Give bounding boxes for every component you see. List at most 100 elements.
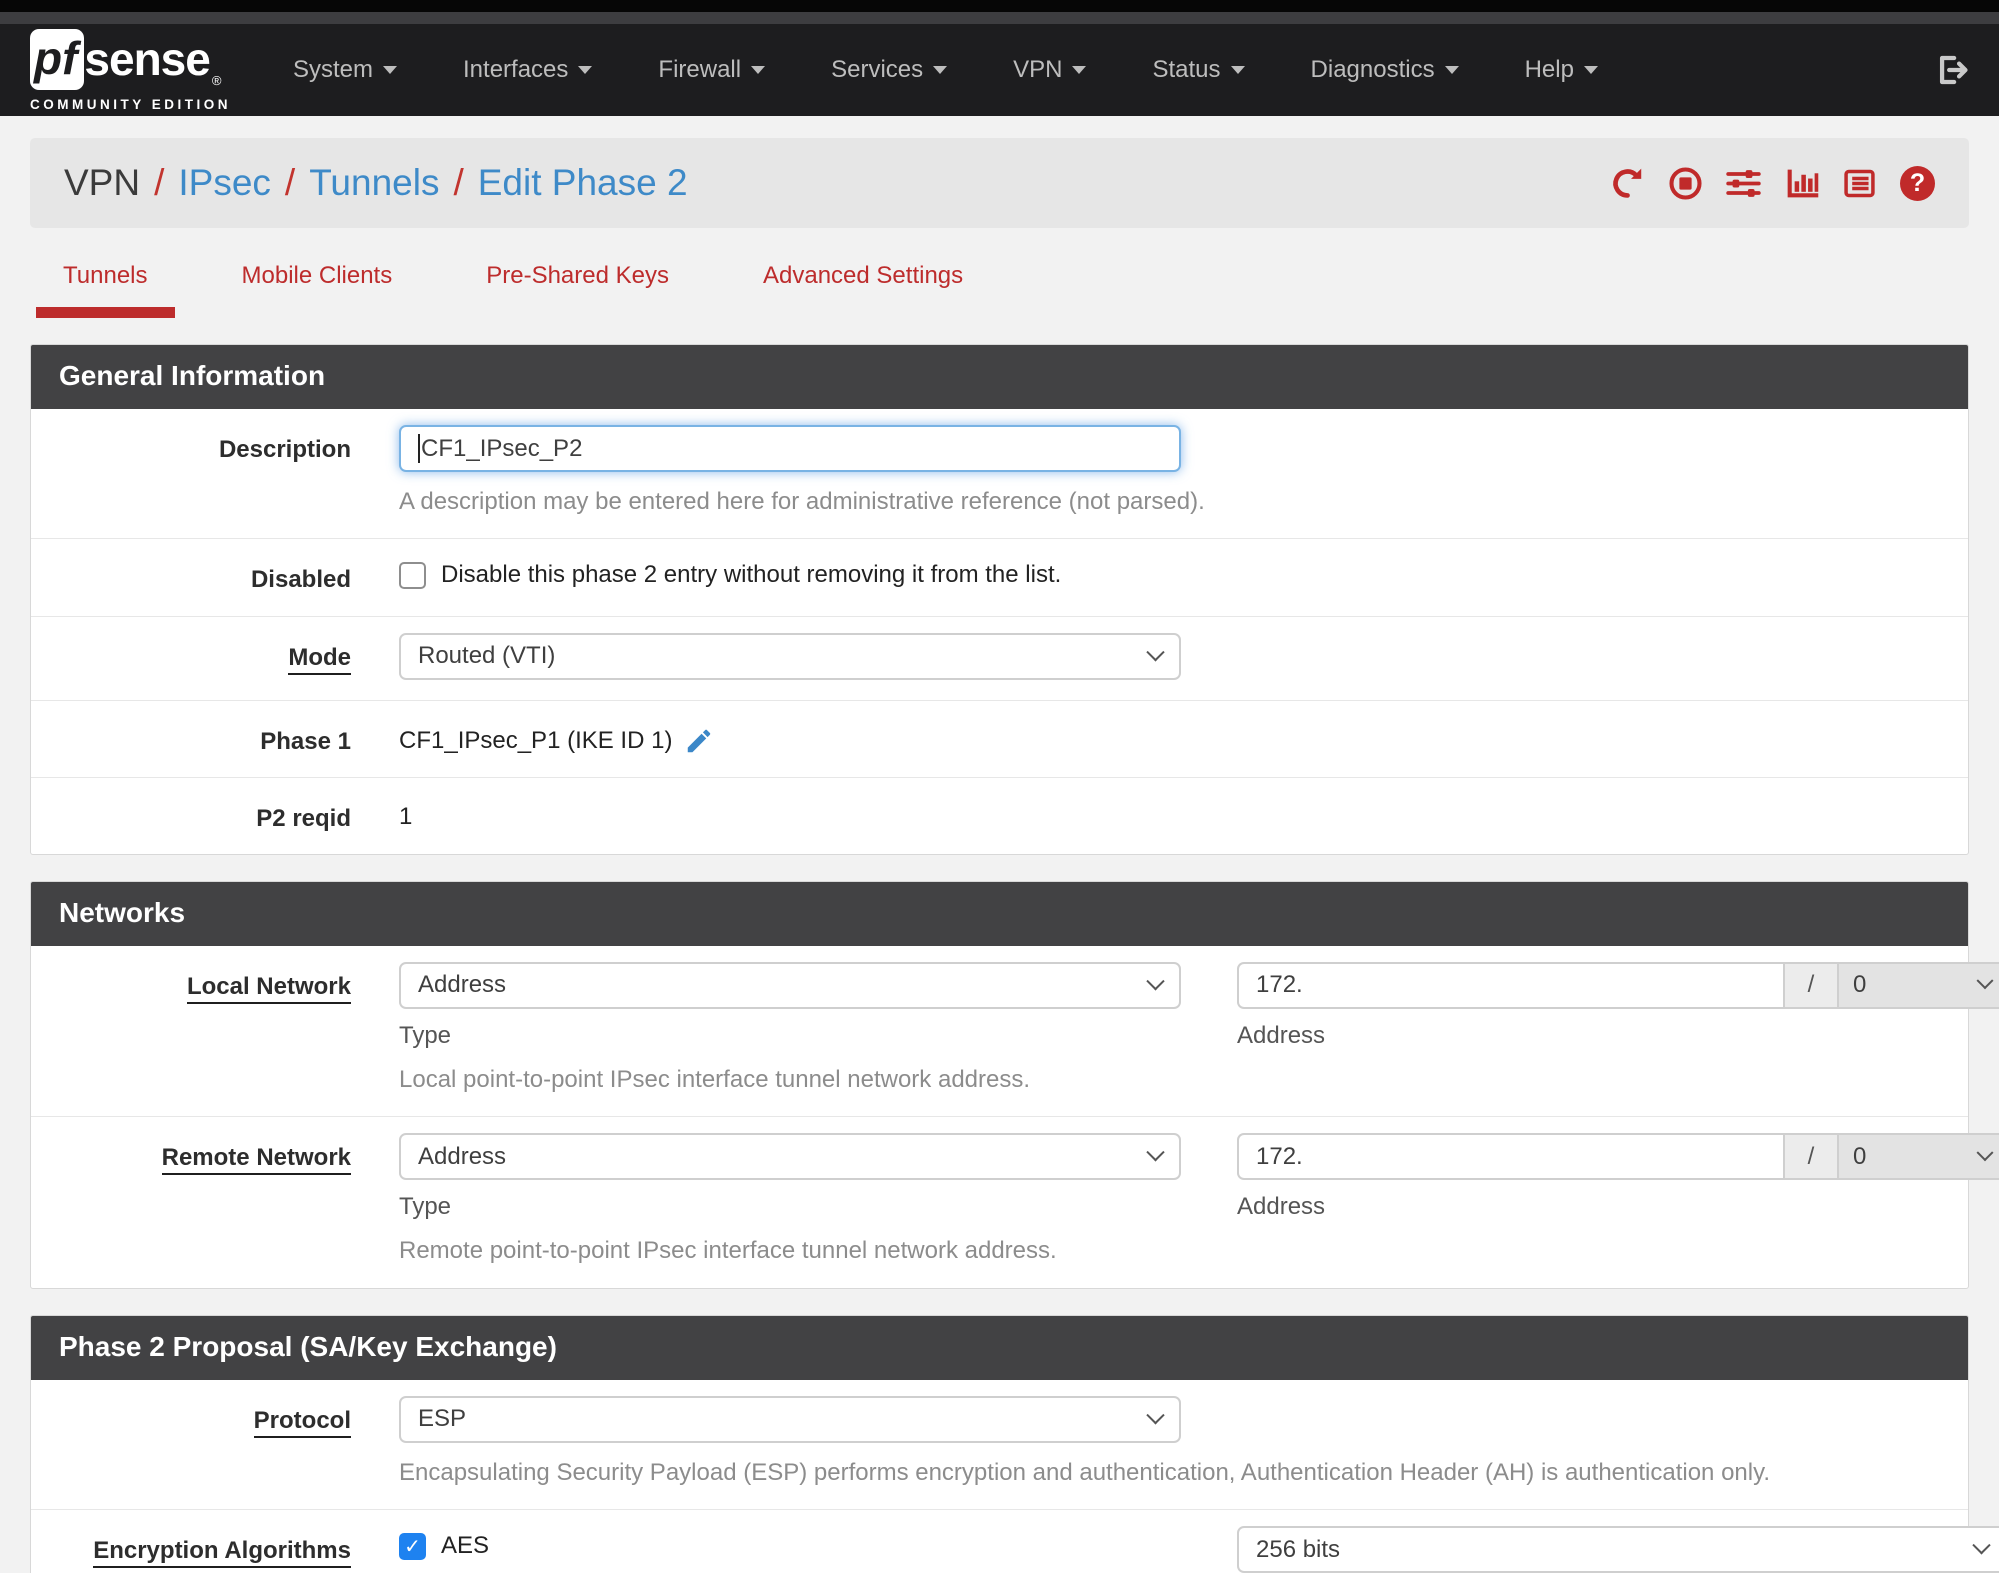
bar-chart-icon[interactable] — [1784, 166, 1819, 201]
remote-network-controls: Address Type Remote point-to-point IPsec… — [399, 1133, 1999, 1267]
disabled-label: Disabled — [250, 566, 351, 594]
chevron-down-icon — [1976, 972, 1994, 990]
sign-out-icon[interactable] — [1935, 53, 1969, 87]
nav-item-label: Status — [1152, 56, 1221, 83]
remote-network-address-sublabel: Address — [1237, 1193, 1326, 1221]
p2reqid-value: 1 — [399, 802, 413, 830]
protocol-select[interactable]: ESP — [399, 1395, 1181, 1443]
local-network-type-value: Address — [418, 971, 507, 999]
top-border-strip — [0, 0, 1999, 12]
encryption-algorithms-label: Encryption Algorithms — [59, 1526, 351, 1573]
breadcrumb-separator: / — [453, 162, 464, 203]
remote-network-address-group: 172. / 0 — [1237, 1133, 1999, 1181]
breadcrumb: VPN / IPsec / Tunnels / Edit Phase 2 — [64, 162, 688, 204]
tab-tunnels[interactable]: Tunnels — [36, 262, 175, 318]
tab-advanced-settings[interactable]: Advanced Settings — [736, 262, 990, 318]
nav-item-interfaces[interactable]: Interfaces — [463, 56, 593, 84]
mode-field-area: Routed (VTI) — [399, 632, 1940, 680]
breadcrumb-vpn: VPN — [64, 162, 141, 203]
main-navbar: pf sense ® COMMUNITY EDITION System Inte… — [0, 24, 1999, 116]
local-network-type-select[interactable]: Address — [399, 961, 1181, 1009]
breadcrumb-separator: / — [154, 162, 165, 203]
local-network-mask-select[interactable]: 0 — [1837, 961, 1999, 1009]
local-network-address-input[interactable]: 172. — [1237, 961, 1783, 1009]
nav-menu: System Interfaces Firewall Services VPN … — [293, 56, 1598, 84]
p2reqid-field-area: 1 — [399, 794, 1940, 834]
description-help-text: A description may be entered here for ad… — [399, 488, 1205, 515]
pfsense-logo-text: pf sense ® — [30, 28, 231, 90]
local-network-label: Local Network — [59, 962, 351, 1096]
sliders-icon[interactable] — [1726, 166, 1761, 201]
row-mode: Mode Routed (VTI) — [31, 615, 1968, 700]
protocol-help-text: Encapsulating Security Payload (ESP) per… — [399, 1458, 1770, 1486]
nav-item-system[interactable]: System — [293, 56, 398, 84]
list-icon[interactable] — [1842, 166, 1877, 201]
aes-checkbox[interactable]: ✓ — [399, 1532, 426, 1560]
breadcrumb-separator: / — [284, 162, 296, 203]
remote-network-help-text: Remote point-to-point IPsec interface tu… — [399, 1237, 1057, 1265]
local-network-address-sublabel: Address — [1237, 1021, 1326, 1049]
description-input-value: CF1_IPsec_P2 — [421, 434, 583, 462]
nav-item-label: Services — [831, 56, 924, 83]
stop-icon[interactable] — [1668, 166, 1703, 201]
breadcrumb-tunnels[interactable]: Tunnels — [309, 162, 439, 204]
remote-network-label: Remote Network — [59, 1133, 351, 1267]
remote-network-address-input[interactable]: 172. — [1237, 1133, 1783, 1181]
help-icon[interactable]: ? — [1900, 165, 1935, 201]
remote-network-address-value: 172. — [1256, 1142, 1303, 1170]
nav-item-vpn[interactable]: VPN — [1013, 56, 1087, 84]
aes-keylen-select[interactable]: 256 bits — [1237, 1526, 1999, 1573]
chevron-down-icon — [578, 66, 593, 74]
aes-checkbox-area: ✓ AES — [399, 1526, 1181, 1573]
pencil-icon[interactable] — [684, 726, 714, 756]
nav-item-label: VPN — [1013, 56, 1063, 83]
tab-pre-shared-keys[interactable]: Pre-Shared Keys — [459, 262, 696, 318]
chevron-down-icon — [1146, 1405, 1165, 1425]
remote-network-type-select[interactable]: Address — [399, 1133, 1181, 1181]
description-field-area: CF1_IPsec_P2 A description may be entere… — [399, 425, 1940, 518]
tab-mobile-clients[interactable]: Mobile Clients — [215, 262, 420, 318]
pfsense-logo-tagline: COMMUNITY EDITION — [30, 96, 231, 112]
protocol-select-value: ESP — [418, 1405, 467, 1433]
phase1-value-wrap: CF1_IPsec_P1 (IKE ID 1) — [399, 717, 1940, 756]
panel-phase2-proposal: Phase 2 Proposal (SA/Key Exchange) Proto… — [30, 1314, 1999, 1573]
phase1-label: Phase 1 — [260, 727, 351, 755]
nav-item-firewall[interactable]: Firewall — [658, 56, 766, 84]
local-network-address-col: 172. / 0 Address — [1237, 961, 1999, 1096]
row-p2reqid: P2 reqid 1 — [31, 776, 1968, 854]
panel-networks: Networks Local Network Address Type Loca… — [30, 880, 1999, 1289]
row-remote-network: Remote Network Address Type Remote point… — [31, 1116, 1999, 1287]
pfsense-logo[interactable]: pf sense ® COMMUNITY EDITION — [30, 28, 231, 112]
mode-label: Mode — [59, 633, 351, 680]
remote-network-slash-addon: / — [1783, 1133, 1837, 1181]
disabled-checkbox[interactable] — [399, 561, 426, 589]
disabled-field-area: Disable this phase 2 entry without remov… — [399, 555, 1940, 595]
pfsense-logo-sense: sense — [84, 33, 210, 85]
chevron-down-icon — [933, 66, 948, 74]
description-input[interactable]: CF1_IPsec_P2 — [399, 425, 1181, 472]
nav-item-status[interactable]: Status — [1152, 56, 1245, 84]
pfsense-logo-pf: pf — [30, 28, 85, 90]
nav-item-help[interactable]: Help — [1525, 56, 1598, 84]
breadcrumb-ipsec[interactable]: IPsec — [178, 162, 271, 204]
mode-select-value: Routed (VTI) — [418, 642, 556, 670]
nav-item-services[interactable]: Services — [831, 56, 948, 84]
chevron-down-icon — [1146, 1143, 1165, 1162]
remote-network-address-col: 172. / 0 Address — [1237, 1133, 1999, 1267]
local-network-type-col: Address Type Local point-to-point IPsec … — [399, 961, 1181, 1096]
remote-network-label-text: Remote Network — [161, 1144, 351, 1176]
local-network-type-sublabel: Type — [399, 1021, 452, 1049]
row-description: Description CF1_IPsec_P2 A description m… — [31, 409, 1968, 538]
chevron-down-icon — [1146, 972, 1165, 991]
chevron-down-icon — [1072, 66, 1087, 74]
local-network-controls: Address Type Local point-to-point IPsec … — [399, 961, 1999, 1096]
nav-item-diagnostics[interactable]: Diagnostics — [1311, 56, 1459, 84]
local-network-label-text: Local Network — [186, 972, 351, 1004]
nav-item-label: Diagnostics — [1310, 56, 1435, 83]
row-disabled: Disabled Disable this phase 2 entry with… — [31, 538, 1968, 615]
aes-checkbox-label: AES — [441, 1532, 490, 1560]
mode-select[interactable]: Routed (VTI) — [399, 632, 1181, 680]
refresh-icon[interactable] — [1610, 166, 1645, 201]
chevron-down-icon — [1583, 66, 1598, 74]
remote-network-mask-select[interactable]: 0 — [1837, 1133, 1999, 1181]
